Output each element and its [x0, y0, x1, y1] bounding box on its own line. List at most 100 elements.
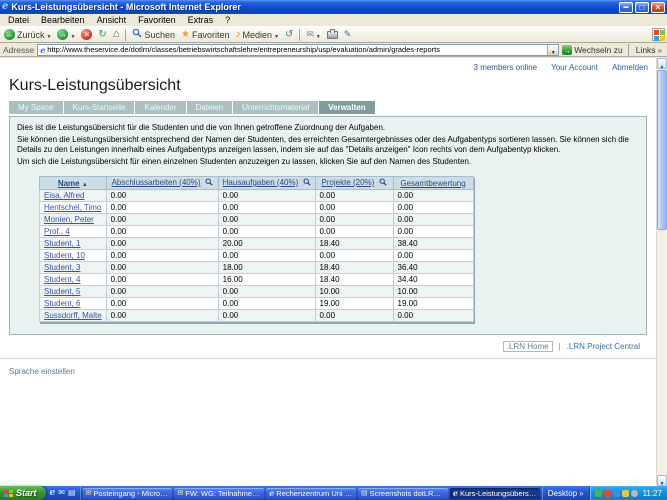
- details-magnifier-icon[interactable]: [303, 178, 311, 188]
- gesamtbewertung-value: 0.00: [393, 214, 473, 226]
- mail-dropdown-icon[interactable]: [316, 30, 321, 40]
- media-icon: [236, 29, 241, 40]
- student-link[interactable]: Student, 5: [44, 287, 80, 296]
- scroll-up-button[interactable]: [657, 58, 667, 69]
- back-button[interactable]: Zurück: [2, 28, 53, 41]
- table-row: Prof., 4 0.00 0.00 0.00 0.00: [40, 226, 474, 238]
- student-name-cell: Student, 3: [40, 262, 107, 274]
- task-button[interactable]: Rechenzentrum Uni K...: [266, 488, 356, 499]
- forward-button[interactable]: [55, 28, 77, 41]
- student-link[interactable]: Student, 1: [44, 239, 80, 248]
- desktop-toolbar[interactable]: Desktop: [542, 486, 589, 500]
- lrn-project-central-link[interactable]: .LRN Project Central: [567, 342, 640, 351]
- print-button[interactable]: [325, 28, 340, 41]
- back-dropdown-icon[interactable]: [47, 30, 52, 40]
- start-button[interactable]: Start: [0, 486, 46, 500]
- sort-abschlussarbeiten-link[interactable]: Abschlussarbeiten (40%): [112, 178, 201, 187]
- scroll-thumb[interactable]: [657, 70, 667, 230]
- your-account-link[interactable]: Your Account: [551, 63, 598, 72]
- tray-icon[interactable]: [622, 490, 629, 497]
- lrn-home-link[interactable]: .LRN Home: [503, 341, 553, 352]
- table-row: Student, 10 0.00 0.00 0.00 0.00: [40, 250, 474, 262]
- edit-button[interactable]: [342, 28, 354, 41]
- student-link[interactable]: Student, 4: [44, 275, 80, 284]
- details-magnifier-icon[interactable]: [379, 178, 387, 188]
- address-input[interactable]: [47, 45, 547, 55]
- search-button[interactable]: Suchen: [130, 28, 177, 41]
- tray-icon[interactable]: [613, 490, 620, 497]
- student-link[interactable]: Student, 3: [44, 263, 80, 272]
- tab[interactable]: Kurs-Startseite: [64, 101, 135, 114]
- sort-hausaufgaben-link[interactable]: Hausaufgaben (40%): [223, 178, 299, 187]
- table-row: Student, 6 0.00 0.00 19.00 19.00: [40, 298, 474, 310]
- task-button[interactable]: Screenshots dotLRN...: [358, 488, 448, 499]
- tray-icon[interactable]: [631, 490, 638, 497]
- show-desktop-icon[interactable]: [68, 488, 76, 498]
- menu-item[interactable]: Bearbeiten: [35, 14, 91, 26]
- stop-button[interactable]: [79, 28, 94, 41]
- student-link[interactable]: Student, 6: [44, 299, 80, 308]
- task-icon: [361, 489, 368, 498]
- media-label: Medien: [243, 30, 273, 40]
- language-settings-link[interactable]: Sprache einstellen: [9, 367, 75, 376]
- menu-item[interactable]: Ansicht: [91, 14, 133, 26]
- student-link[interactable]: Sussdorff, Malte: [44, 311, 102, 320]
- quick-launch-ie-icon[interactable]: [50, 488, 56, 498]
- student-name-cell: Student, 4: [40, 274, 107, 286]
- members-online-link[interactable]: 3 members online: [474, 63, 538, 72]
- history-button[interactable]: [283, 28, 295, 41]
- abschlussarbeiten-value: 0.00: [106, 262, 218, 274]
- student-link[interactable]: Eisa, Alfred: [44, 191, 84, 200]
- student-link[interactable]: Monien, Peter: [44, 215, 94, 224]
- menu-item[interactable]: Datei: [2, 14, 35, 26]
- sort-name-link[interactable]: Name: [58, 179, 80, 188]
- task-icon: [269, 488, 274, 499]
- scroll-down-button[interactable]: [657, 475, 667, 486]
- logout-link[interactable]: Abmelden: [612, 63, 648, 72]
- menu-item[interactable]: Favoriten: [132, 14, 182, 26]
- abschlussarbeiten-value: 0.00: [106, 274, 218, 286]
- sort-gesamtbewertung-link[interactable]: Gesamtbewertung: [400, 179, 465, 188]
- task-button[interactable]: Posteingang - Micros...: [83, 488, 173, 499]
- task-button[interactable]: Kurs-Leistungsübersic...: [450, 488, 540, 499]
- media-button[interactable]: Medien: [234, 28, 281, 41]
- tab[interactable]: Dateien: [187, 101, 233, 114]
- favorites-button[interactable]: Favoriten: [179, 28, 232, 41]
- menu-item[interactable]: ?: [219, 14, 236, 26]
- links-toolbar[interactable]: Links: [636, 45, 662, 55]
- go-button[interactable]: Wechseln zu: [562, 45, 623, 55]
- system-tray: 11:27: [589, 486, 667, 500]
- tab[interactable]: Unterrichtsmaterial: [233, 101, 318, 114]
- close-button[interactable]: [651, 2, 665, 13]
- mail-button[interactable]: [304, 28, 323, 41]
- quick-launch-mail-icon[interactable]: [58, 488, 65, 498]
- gesamtbewertung-value: 10.00: [393, 286, 473, 298]
- student-link[interactable]: Prof., 4: [44, 227, 70, 236]
- forward-dropdown-icon[interactable]: [70, 30, 75, 40]
- media-dropdown-icon[interactable]: [274, 30, 279, 40]
- description-paragraph: Um sich die Leistungsübersicht für einen…: [17, 157, 639, 167]
- maximize-button[interactable]: [635, 2, 649, 13]
- home-button[interactable]: [111, 28, 122, 41]
- task-button[interactable]: FW: WG: Teilnahme v...: [174, 488, 264, 499]
- refresh-button[interactable]: [96, 28, 108, 41]
- taskbar-clock[interactable]: 11:27: [643, 489, 662, 498]
- footer-separator: |: [559, 342, 561, 351]
- sort-projekte-link[interactable]: Projekte (20%): [321, 178, 374, 187]
- menu-item[interactable]: Extras: [182, 14, 220, 26]
- minimize-button[interactable]: [619, 2, 633, 13]
- projekte-value: 0.00: [315, 190, 393, 202]
- student-link[interactable]: Student, 10: [44, 251, 85, 260]
- address-dropdown-button[interactable]: [547, 45, 558, 55]
- tray-icon[interactable]: [604, 490, 611, 497]
- vertical-scrollbar[interactable]: [656, 58, 667, 486]
- tab[interactable]: Verwalten: [319, 101, 374, 114]
- details-magnifier-icon[interactable]: [205, 178, 213, 188]
- titlebar: Kurs-Leistungsübersicht - Microsoft Inte…: [0, 0, 667, 14]
- go-icon: [562, 45, 572, 55]
- print-icon: [327, 31, 338, 39]
- tab[interactable]: My Space: [9, 101, 63, 114]
- tab[interactable]: Kalender: [135, 101, 185, 114]
- tray-icon[interactable]: [595, 490, 602, 497]
- student-link[interactable]: Hentschel, Timo: [44, 203, 101, 212]
